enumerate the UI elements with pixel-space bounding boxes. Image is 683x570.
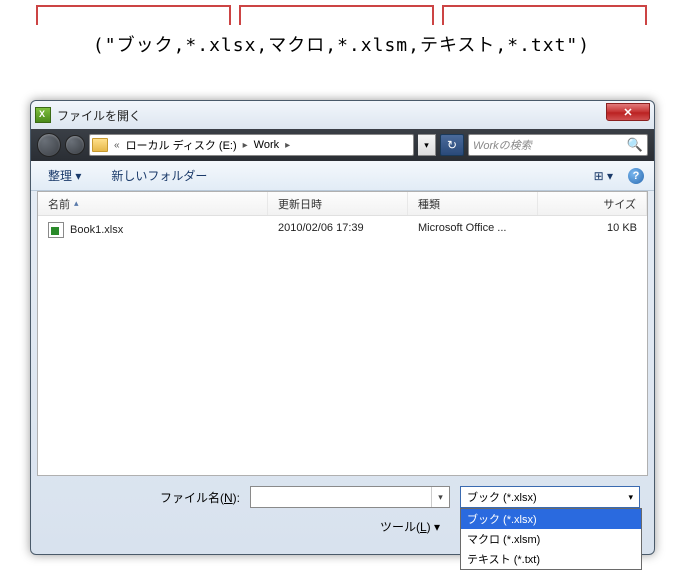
breadcrumb-sep2: ▸ xyxy=(283,140,292,151)
filter-option[interactable]: テキスト (*.txt) xyxy=(461,549,641,569)
bracket-1 xyxy=(36,5,231,25)
xlsx-file-icon xyxy=(48,222,64,238)
col-name[interactable]: 名前▴ xyxy=(38,192,268,215)
dialog-title: ファイルを開く xyxy=(57,107,141,124)
help-button[interactable]: ? xyxy=(628,168,644,184)
nav-bar: « ローカル ディスク (E:) ▸ Work ▸ ▾ ↻ Workの検索 🔍 xyxy=(31,129,654,161)
breadcrumb-drive[interactable]: ローカル ディスク (E:) xyxy=(126,137,237,153)
excel-icon xyxy=(35,107,51,123)
search-input[interactable]: Workの検索 🔍 xyxy=(468,134,648,156)
search-icon: 🔍 xyxy=(627,137,643,153)
view-icon: ⊞ ▾ xyxy=(594,169,613,183)
filename-input[interactable]: ▾ xyxy=(250,486,450,508)
sort-arrow-icon: ▴ xyxy=(74,198,79,209)
column-headers: 名前▴ 更新日時 種類 サイズ xyxy=(38,192,647,216)
bracket-2 xyxy=(239,5,434,25)
address-bar[interactable]: « ローカル ディスク (E:) ▸ Work ▸ xyxy=(89,134,414,156)
col-date[interactable]: 更新日時 xyxy=(268,192,408,215)
refresh-icon: ↻ xyxy=(447,138,457,152)
bracket-3 xyxy=(442,5,647,25)
new-folder-button[interactable]: 新しいフォルダー xyxy=(104,164,214,187)
filter-string-code: ("ブック,*.xlsx,マクロ,*.xlsm,テキスト,*.txt") xyxy=(0,25,683,75)
filetype-filter-combo[interactable]: ブック (*.xlsx) ▾ ブック (*.xlsx) マクロ (*.xlsm)… xyxy=(460,486,640,508)
folder-icon xyxy=(92,138,108,152)
search-placeholder: Workの検索 xyxy=(473,137,532,153)
tools-button[interactable]: ツール(L) ▾ xyxy=(380,518,440,535)
address-dropdown[interactable]: ▾ xyxy=(418,134,436,156)
file-row[interactable]: Book1.xlsx 2010/02/06 17:39 Microsoft Of… xyxy=(38,216,647,244)
filter-dropdown-list: ブック (*.xlsx) マクロ (*.xlsm) テキスト (*.txt) xyxy=(460,508,642,570)
file-size: 10 KB xyxy=(538,220,647,240)
filter-option[interactable]: マクロ (*.xlsm) xyxy=(461,529,641,549)
filename-label: ファイル名(N): xyxy=(160,489,240,506)
bracket-group xyxy=(0,5,683,25)
col-size[interactable]: サイズ xyxy=(538,192,647,215)
help-icon: ? xyxy=(633,170,640,182)
organize-button[interactable]: 整理 ▾ xyxy=(41,164,88,187)
titlebar[interactable]: ファイルを開く ✕ xyxy=(31,101,654,129)
bottom-panel: ファイル名(N): ▾ ブック (*.xlsx) ▾ ブック (*.xlsx) … xyxy=(31,476,654,535)
breadcrumb-sep: ▸ xyxy=(241,140,250,151)
file-list-panel: 名前▴ 更新日時 種類 サイズ Book1.xlsx 2010/02/06 17… xyxy=(37,191,648,476)
close-button[interactable]: ✕ xyxy=(606,103,650,121)
col-type[interactable]: 種類 xyxy=(408,192,538,215)
filter-selected: ブック (*.xlsx) xyxy=(467,489,537,505)
refresh-button[interactable]: ↻ xyxy=(440,134,464,156)
breadcrumb-chevrons: « xyxy=(112,140,122,151)
toolbar: 整理 ▾ 新しいフォルダー ⊞ ▾ ? xyxy=(31,161,654,191)
close-icon: ✕ xyxy=(623,106,632,119)
file-date: 2010/02/06 17:39 xyxy=(268,220,408,240)
view-button[interactable]: ⊞ ▾ xyxy=(587,166,620,186)
file-open-dialog: ファイルを開く ✕ « ローカル ディスク (E:) ▸ Work ▸ ▾ ↻ … xyxy=(30,100,655,555)
chevron-down-icon: ▾ xyxy=(628,492,633,503)
forward-button[interactable] xyxy=(65,135,85,155)
back-button[interactable] xyxy=(37,133,61,157)
file-type: Microsoft Office ... xyxy=(408,220,538,240)
breadcrumb-folder[interactable]: Work xyxy=(254,139,279,151)
file-name: Book1.xlsx xyxy=(70,224,123,236)
filename-dropdown[interactable]: ▾ xyxy=(431,487,449,507)
code-annotation: ("ブック,*.xlsx,マクロ,*.xlsm,テキスト,*.txt") xyxy=(0,0,683,75)
filter-option[interactable]: ブック (*.xlsx) xyxy=(461,509,641,529)
